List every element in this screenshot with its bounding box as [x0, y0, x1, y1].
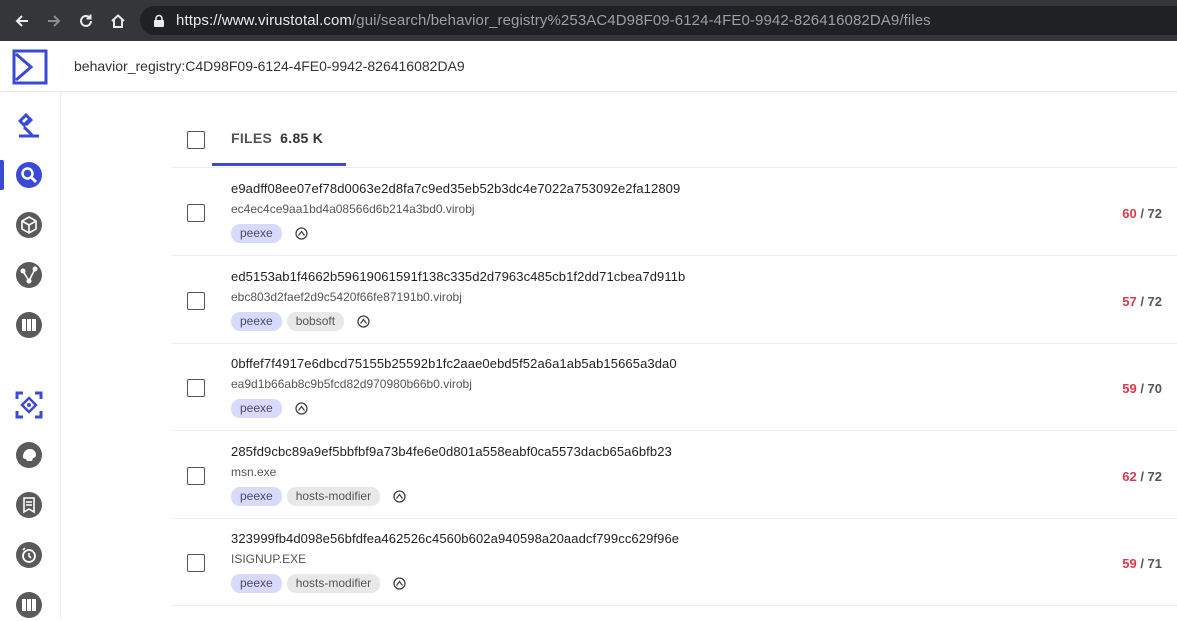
graph-nodes-icon[interactable] [13, 259, 45, 291]
tag-list: peexe hosts-modifier [231, 487, 406, 506]
file-row[interactable]: e9adff08ee07ef78d0063e2d8fa7c9ed35eb52b3… [172, 168, 1177, 256]
file-name: ebc803d2faef2d9c5420f66fe87191b0.virobj [231, 290, 462, 304]
file-name: ec4ec4ce9aa1bd4a08566d6b214a3bd0.virobj [231, 202, 475, 216]
forward-icon[interactable] [38, 5, 70, 37]
detection-score: 59 / 70 [1122, 381, 1162, 396]
library-icon[interactable] [13, 589, 45, 621]
file-name: msn.exe [231, 465, 277, 479]
file-hash[interactable]: 323999fb4d098e56bfdfea462526c4560b602a94… [231, 531, 679, 546]
threat-actor-icon[interactable] [13, 439, 45, 471]
file-row[interactable]: 0bffef7f4917e6dbcd75155b25592b1fc2aae0eb… [172, 343, 1177, 431]
file-hash[interactable]: e9adff08ee07ef78d0063e2d8fa7c9ed35eb52b3… [231, 181, 680, 196]
row-checkbox[interactable] [187, 467, 205, 485]
sandbox-icon[interactable] [357, 315, 370, 328]
file-hash[interactable]: 285fd9cbc89a9ef5bbfbf9a73b4fe6e0d801a558… [231, 444, 672, 459]
tag-list: peexe [231, 399, 308, 418]
tag-list: peexe hosts-modifier [231, 574, 406, 593]
row-checkbox[interactable] [187, 379, 205, 397]
tag-hosts-modifier[interactable]: hosts-modifier [286, 487, 381, 506]
app-header: behavior_registry:C4D98F09-6124-4FE0-994… [0, 41, 1177, 92]
reload-icon[interactable] [70, 5, 102, 37]
tag-hosts-modifier[interactable]: hosts-modifier [286, 574, 381, 593]
results-tabs: FILES 6.85 K [172, 92, 1177, 168]
tag-peexe[interactable]: peexe [231, 399, 282, 418]
url-text: https://www.virustotal.com/gui/search/be… [176, 12, 931, 29]
tag-list: peexe bobsoft [231, 312, 370, 331]
file-row[interactable]: 285fd9cbc89a9ef5bbfbf9a73b4fe6e0d801a558… [172, 431, 1177, 519]
detection-score: 62 / 72 [1122, 469, 1162, 484]
search-icon[interactable] [13, 159, 45, 191]
home-icon[interactable] [102, 5, 134, 37]
file-row[interactable]: 323999fb4d098e56bfdfea462526c4560b602a94… [172, 518, 1177, 606]
detection-score: 57 / 72 [1122, 294, 1162, 309]
row-checkbox[interactable] [187, 204, 205, 222]
file-name: ea9d1b66ab8c9b5fcd82d970980b66b0.virobj [231, 377, 472, 391]
sandbox-icon[interactable] [295, 402, 308, 415]
reports-icon[interactable] [13, 489, 45, 521]
collections-icon[interactable] [13, 309, 45, 341]
tag-peexe[interactable]: peexe [231, 224, 282, 243]
results-panel: FILES 6.85 K e9adff08ee07ef78d0063e2d8fa7… [172, 92, 1177, 618]
file-hash[interactable]: ed5153ab1f4662b59619061591f138c335d2d796… [231, 269, 685, 284]
address-bar[interactable]: https://www.virustotal.com/gui/search/be… [140, 6, 1177, 35]
tab-files-underline [212, 163, 346, 166]
sidebar [0, 92, 61, 618]
select-all-checkbox[interactable] [187, 131, 205, 149]
graph-cube-icon[interactable] [13, 209, 45, 241]
active-indicator [0, 160, 4, 190]
virustotal-logo-icon[interactable] [12, 49, 48, 85]
tab-files[interactable]: FILES 6.85 K [231, 130, 323, 146]
browser-toolbar: https://www.virustotal.com/gui/search/be… [0, 0, 1177, 41]
row-checkbox[interactable] [187, 554, 205, 572]
file-name: ISIGNUP.EXE [231, 552, 307, 566]
sandbox-icon[interactable] [393, 490, 406, 503]
tag-bobsoft[interactable]: bobsoft [286, 312, 345, 331]
back-icon[interactable] [6, 5, 38, 37]
file-row[interactable]: ed5153ab1f4662b59619061591f138c335d2d796… [172, 256, 1177, 344]
files-count: 6.85 K [280, 130, 324, 146]
intelligence-icon[interactable] [13, 110, 45, 142]
row-checkbox[interactable] [187, 292, 205, 310]
retrohunt-icon[interactable] [13, 539, 45, 571]
file-hash[interactable]: 0bffef7f4917e6dbcd75155b25592b1fc2aae0eb… [231, 356, 677, 371]
tag-list: peexe [231, 224, 308, 243]
hunting-icon[interactable] [13, 389, 45, 421]
tag-peexe[interactable]: peexe [231, 487, 282, 506]
detection-score: 60 / 72 [1122, 206, 1162, 221]
tag-peexe[interactable]: peexe [231, 312, 282, 331]
sandbox-icon[interactable] [295, 227, 308, 240]
sandbox-icon[interactable] [393, 577, 406, 590]
lock-icon [154, 14, 164, 27]
tag-peexe[interactable]: peexe [231, 574, 282, 593]
detection-score: 59 / 71 [1122, 556, 1162, 571]
search-query[interactable]: behavior_registry:C4D98F09-6124-4FE0-994… [74, 58, 465, 74]
